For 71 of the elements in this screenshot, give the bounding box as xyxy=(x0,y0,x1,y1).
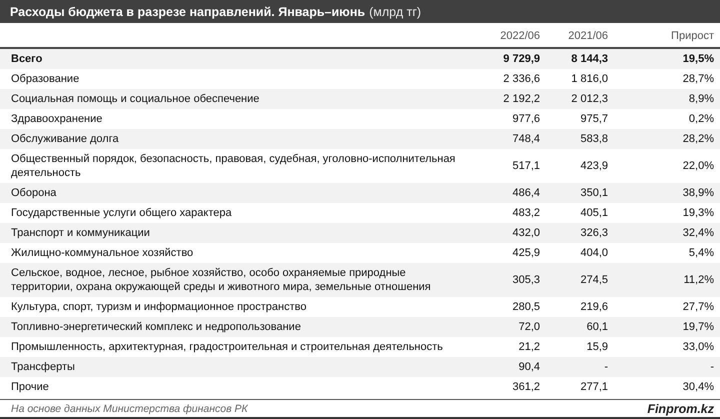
table-cell-text: 277,1 xyxy=(579,380,608,394)
table-cell-text: 38,9% xyxy=(682,186,714,200)
table-cell-text: 2 336,6 xyxy=(502,72,540,86)
table-cell-text: 2 192,2 xyxy=(502,92,540,106)
table-title: Расходы бюджета в разрезе направлений. Январь–июнь xyxy=(10,4,366,18)
table-cell-text: 361,2 xyxy=(511,380,540,394)
table-cell-text: 486,4 xyxy=(511,186,540,200)
table-cell-text: 583,8 xyxy=(579,132,608,146)
row-label: Обслуживание долга xyxy=(11,132,120,146)
table-cell-text: 5,4% xyxy=(688,246,714,260)
table-cell-text: 0,2% xyxy=(688,112,714,126)
table-cell-text: 326,3 xyxy=(579,226,608,240)
table-cell-text: 280,5 xyxy=(511,300,540,314)
column-header: Прирост xyxy=(670,28,714,42)
table-cell-text: 1 816,0 xyxy=(570,72,608,86)
table-cell-text: 22,0% xyxy=(682,159,714,173)
table-cell-text: 90,4 xyxy=(518,360,540,374)
row-label: Топливно-энергетический комплекс и недропользование xyxy=(11,320,302,334)
table-cell-text: 21,2 xyxy=(518,340,540,354)
table-cell-text: 28,2% xyxy=(682,132,714,146)
table-cell-text: 9 729,9 xyxy=(502,52,540,66)
table-cell-text: 517,1 xyxy=(511,159,540,173)
table-cell-text: 19,3% xyxy=(682,206,714,220)
table-cell-text: 748,4 xyxy=(511,132,540,146)
column-header: 2021/06 xyxy=(567,28,608,42)
table-cell-text: 219,6 xyxy=(579,300,608,314)
table-cell-text: 423,9 xyxy=(579,159,608,173)
row-label: Культура, спорт, туризм и информационное пространство xyxy=(11,300,308,314)
table-cell-text: 32,4% xyxy=(682,226,714,240)
row-label: Образование xyxy=(11,72,80,86)
table-cell-text: 60,1 xyxy=(586,320,608,334)
table-cell-text: 404,0 xyxy=(579,246,608,260)
row-label: Транспорт и коммуникации xyxy=(11,226,151,240)
row-label: Жилищно-коммунальное хозяйство xyxy=(11,246,194,260)
table-cell-text: 27,7% xyxy=(682,300,714,314)
row-label: Трансферты xyxy=(11,360,76,374)
table-cell-text: 432,0 xyxy=(511,226,540,240)
table-cell-text: 72,0 xyxy=(518,320,540,334)
row-label: Сельское, водное, лесное, рыбное хозяйство, особо охраняемые природные территории, охрана окружающей среды и животного мира, земельные отношения xyxy=(11,266,432,294)
row-label: Общественный порядок, безопасность, правовая, судебная, уголовно-исполнительная деятельность xyxy=(11,152,456,180)
row-label: Всего xyxy=(11,52,44,66)
table-cell-text: 30,4% xyxy=(682,380,714,394)
column-header: 2022/06 xyxy=(499,28,540,42)
table-cell-text: 483,2 xyxy=(511,206,540,220)
row-label: Государственные услуги общего характера xyxy=(11,206,233,220)
table-cell-text: 975,7 xyxy=(579,112,608,126)
table-cell-text: 28,7% xyxy=(682,72,714,86)
unit-label: (млрд тг) xyxy=(369,4,422,18)
table-cell-text: 33,0% xyxy=(682,340,714,354)
table-cell-text: 405,1 xyxy=(579,206,608,220)
table-cell-text: 8 144,3 xyxy=(570,52,608,66)
table-cell-text: 425,9 xyxy=(511,246,540,260)
table-cell-text: 8,9% xyxy=(688,92,714,106)
table-cell-text: 11,2% xyxy=(682,273,714,287)
row-label: Оборона xyxy=(11,186,58,200)
row-label: Прочие xyxy=(11,380,50,394)
table-cell-text: - xyxy=(709,360,714,374)
table-cell-text: 350,1 xyxy=(579,186,608,200)
table-cell-text: 2 012,3 xyxy=(570,92,608,106)
table-cell-text: 19,7% xyxy=(682,320,714,334)
table-cell-text: - xyxy=(603,360,608,374)
row-label: Здравоохранение xyxy=(11,112,104,126)
table-cell-text: 15,9 xyxy=(586,340,608,354)
source-note: На основе данных Министерства финансов РК xyxy=(11,402,248,414)
table-cell-text: 274,5 xyxy=(579,273,608,287)
table-cell-text: 977,6 xyxy=(511,112,540,126)
brand-label: Finprom.kz xyxy=(647,402,714,416)
row-label: Промышленность, архитектурная, градостроительная и строительная деятельность xyxy=(11,340,444,354)
table-cell-text: 19,5% xyxy=(682,52,714,66)
row-label: Социальная помощь и социальное обеспечение xyxy=(11,92,260,106)
table-cell-text: 305,3 xyxy=(511,273,540,287)
